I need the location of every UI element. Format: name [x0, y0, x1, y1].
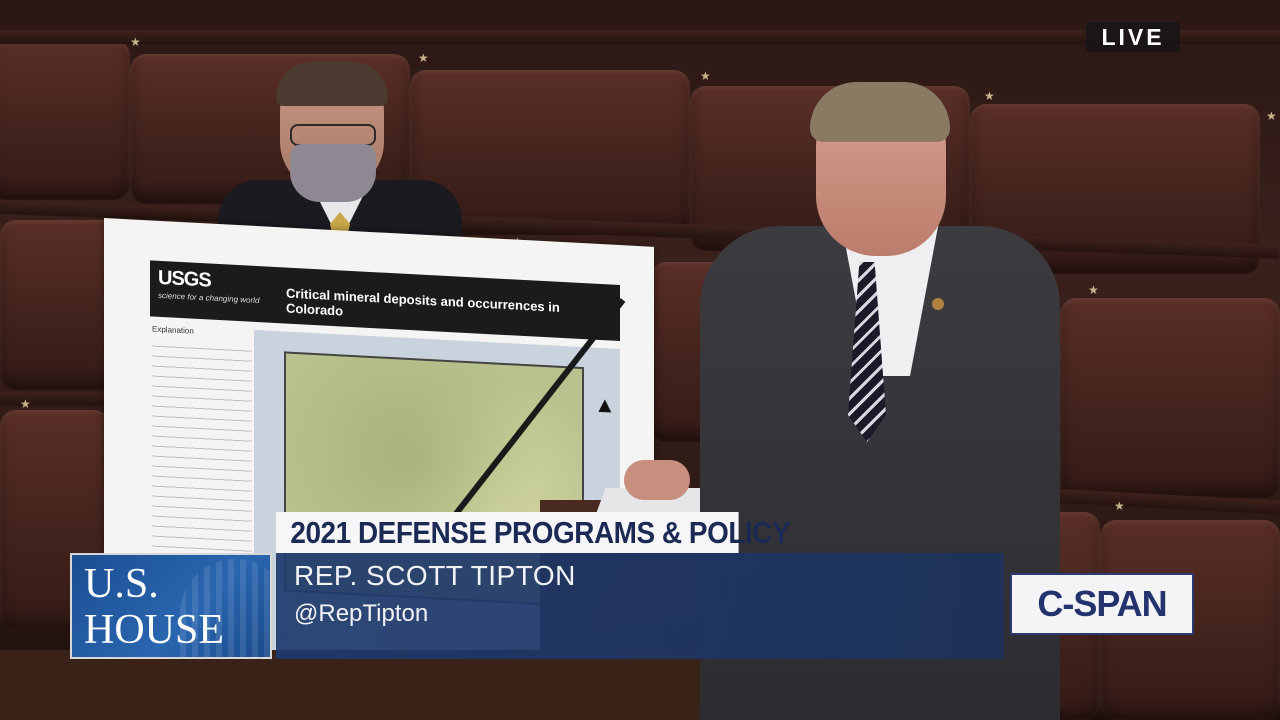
- glasses: [290, 124, 376, 146]
- chamber-seat: [0, 40, 130, 200]
- speaker-twitter-handle: @RepTipton: [294, 600, 429, 627]
- us-house-logo-line1: U.S.: [84, 561, 159, 607]
- seated-member: [218, 62, 462, 270]
- face-mask: [290, 144, 376, 202]
- live-badge: LIVE: [1086, 22, 1180, 52]
- congressional-pin-icon: [932, 298, 944, 310]
- seated-member-hair: [276, 62, 388, 106]
- star-icon: ★: [1088, 283, 1099, 297]
- map-legend-heading: Explanation: [152, 324, 194, 336]
- speaker-hand: [624, 460, 690, 500]
- us-house-logo-line2: HOUSE: [84, 607, 225, 653]
- star-icon: ★: [700, 69, 711, 83]
- speaker-name: REP. SCOTT TIPTON: [294, 560, 576, 591]
- star-icon: ★: [130, 35, 141, 49]
- chamber-seat: [1060, 298, 1280, 498]
- seat-rail: [0, 392, 120, 406]
- speaker-hair: [810, 82, 950, 142]
- speaker-info-panel: REP. SCOTT TIPTON @RepTipton: [276, 553, 1004, 659]
- program-topic-bar: 2021 DEFENSE PROGRAMS & POLICY: [276, 512, 791, 553]
- map-header: USGS science for a changing world Critic…: [150, 260, 620, 342]
- map-title: Critical mineral deposits and occurrence…: [286, 285, 560, 319]
- north-arrow-icon: ▲: [594, 391, 616, 418]
- cspan-logo: C-SPAN: [1010, 573, 1194, 635]
- star-icon: ★: [20, 397, 31, 411]
- us-house-logo: U.S. HOUSE: [70, 553, 272, 659]
- star-icon: ★: [1114, 499, 1125, 513]
- desk: [0, 650, 700, 720]
- usgs-logo: USGS: [158, 266, 211, 292]
- usgs-tagline: science for a changing world: [158, 290, 260, 306]
- star-icon: ★: [1266, 109, 1277, 123]
